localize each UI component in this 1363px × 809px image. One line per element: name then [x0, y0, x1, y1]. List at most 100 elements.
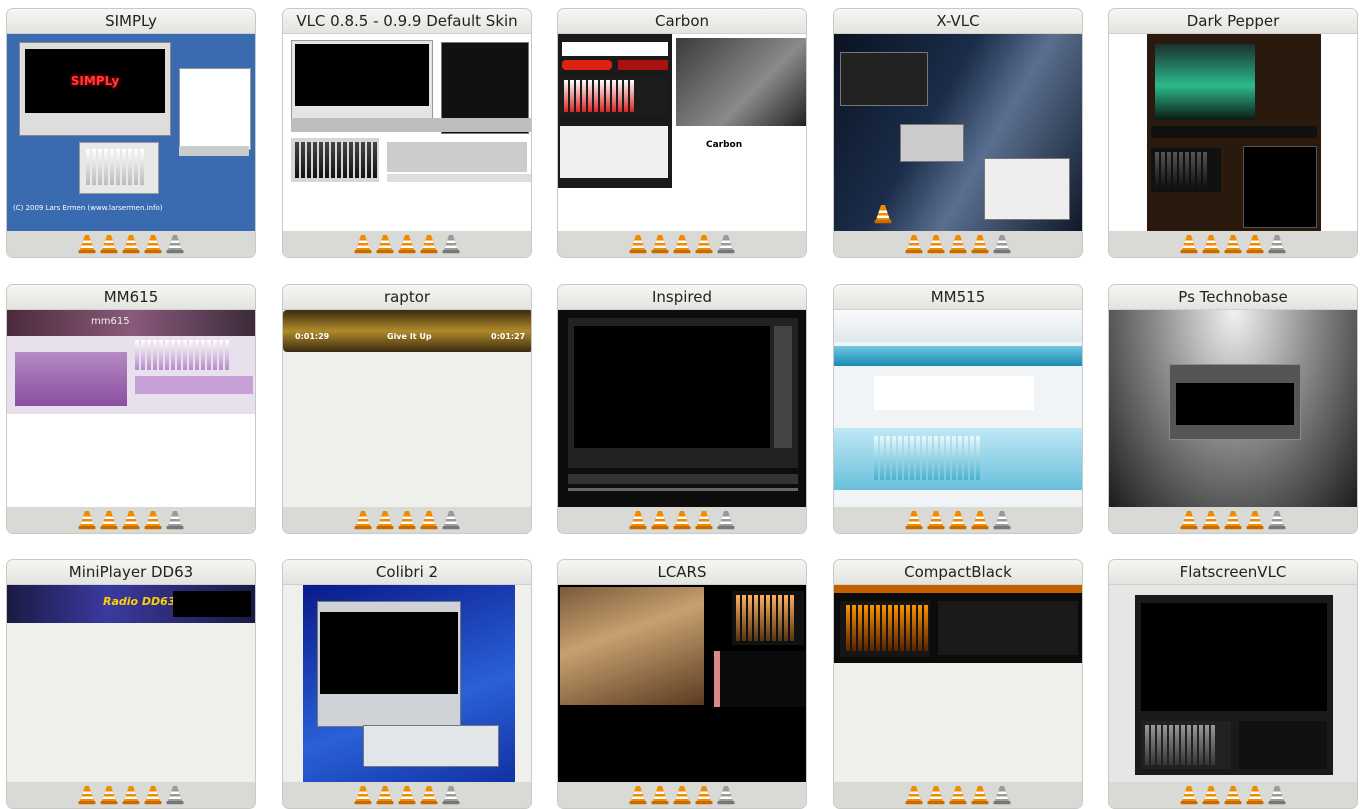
- skin-thumbnail[interactable]: [283, 34, 531, 234]
- eq-bar: [736, 595, 740, 641]
- skin-thumbnail[interactable]: 0:01:29 Give It Up 0:01:27: [283, 310, 531, 510]
- skin-thumbnail[interactable]: [834, 585, 1082, 785]
- eq-bar: [894, 605, 898, 651]
- eq-bar: [110, 149, 114, 185]
- skin-thumbnail[interactable]: [1109, 34, 1357, 234]
- skin-card[interactable]: CompactBlack: [833, 559, 1083, 809]
- skin-card[interactable]: Carbon Carbon: [557, 8, 807, 258]
- cone-full-icon: [1180, 235, 1198, 254]
- cone-full-icon: [1224, 235, 1242, 254]
- skin-card[interactable]: Inspired: [557, 284, 807, 534]
- eq-bar: [98, 149, 102, 185]
- skin-card[interactable]: MiniPlayer DD63 Radio DD63: [6, 559, 256, 809]
- skin-title[interactable]: MiniPlayer DD63: [7, 560, 255, 585]
- skin-thumbnail[interactable]: [834, 34, 1082, 234]
- eq-bar: [846, 605, 850, 651]
- player-window: SIMPLy: [19, 42, 171, 136]
- skin-title[interactable]: SIMPLy: [7, 9, 255, 34]
- eq-bar: [1197, 152, 1201, 188]
- cone-full-icon: [1202, 786, 1220, 805]
- cone-full-icon: [651, 786, 669, 805]
- cone-full-icon: [376, 235, 394, 254]
- eq-bar: [760, 595, 764, 641]
- cone-full-icon: [927, 786, 945, 805]
- skin-title[interactable]: X-VLC: [834, 9, 1082, 34]
- skin-title[interactable]: FlatscreenVLC: [1109, 560, 1357, 585]
- skin-card[interactable]: Colibri 2: [282, 559, 532, 809]
- skin-title[interactable]: raptor: [283, 285, 531, 310]
- cone-full-icon: [100, 235, 118, 254]
- skin-thumbnail[interactable]: [1109, 585, 1357, 785]
- eq-bar: [910, 436, 914, 480]
- skin-thumbnail[interactable]: Carbon: [558, 34, 806, 234]
- equalizer-bars: [86, 149, 144, 185]
- eq-bar: [888, 605, 892, 651]
- cone-empty-icon: [1268, 235, 1286, 254]
- cone-full-icon: [1224, 786, 1242, 805]
- seek-bar: [568, 488, 798, 491]
- skin-thumbnail[interactable]: [558, 585, 806, 785]
- cone-full-icon: [949, 786, 967, 805]
- eq-bar: [1161, 152, 1165, 188]
- playlist-panel: [714, 651, 806, 707]
- skin-title[interactable]: Inspired: [558, 285, 806, 310]
- skin-card[interactable]: raptor 0:01:29 Give It Up 0:01:27: [282, 284, 532, 534]
- equalizer-bars: [874, 436, 980, 480]
- eq-bar: [766, 595, 770, 641]
- eq-bar: [213, 340, 217, 370]
- skin-card[interactable]: X-VLC: [833, 8, 1083, 258]
- skin-title[interactable]: Dark Pepper: [1109, 9, 1357, 34]
- skin-thumbnail[interactable]: [283, 585, 531, 785]
- skin-thumbnail[interactable]: Radio DD63: [7, 585, 255, 785]
- cone-full-icon: [927, 511, 945, 530]
- skin-card[interactable]: VLC 0.8.5 - 0.9.9 Default Skin: [282, 8, 532, 258]
- skin-card[interactable]: LCARS: [557, 559, 807, 809]
- cone-full-icon: [144, 511, 162, 530]
- skin-title[interactable]: CompactBlack: [834, 560, 1082, 585]
- video-screen: [1176, 383, 1294, 425]
- rating-cones: [7, 231, 255, 257]
- skin-card[interactable]: SIMPLy SIMPLy (C) 2009 Lars Ermen (www.lar…: [6, 8, 256, 258]
- skin-card[interactable]: FlatscreenVLC: [1108, 559, 1358, 809]
- cone-empty-icon: [166, 235, 184, 254]
- equalizer-bars: [736, 595, 794, 641]
- eq-bar: [952, 436, 956, 480]
- video-screen: [1155, 44, 1255, 120]
- skin-title[interactable]: Carbon: [558, 9, 806, 34]
- cone-full-icon: [122, 235, 140, 254]
- skin-card[interactable]: Dark Pepper: [1108, 8, 1358, 258]
- equalizer-panel: [560, 76, 668, 116]
- skin-card[interactable]: MM615 mm615: [6, 284, 256, 534]
- skin-thumbnail[interactable]: mm615: [7, 310, 255, 510]
- cone-full-icon: [122, 786, 140, 805]
- eq-bar: [367, 142, 371, 178]
- rating-cones: [1109, 231, 1357, 257]
- skin-thumbnail[interactable]: [834, 310, 1082, 510]
- cone-full-icon: [398, 235, 416, 254]
- skin-title[interactable]: Colibri 2: [283, 560, 531, 585]
- skin-thumbnail[interactable]: SIMPLy (C) 2009 Lars Ermen (www.larsermen…: [7, 34, 255, 234]
- skin-title[interactable]: MM615: [7, 285, 255, 310]
- eq-bar: [1181, 725, 1185, 765]
- skin-title[interactable]: MM515: [834, 285, 1082, 310]
- skin-title[interactable]: LCARS: [558, 560, 806, 585]
- skin-title[interactable]: Ps Technobase: [1109, 285, 1357, 310]
- equalizer-window: [291, 138, 379, 182]
- eq-bar: [600, 80, 604, 112]
- skin-thumbnail[interactable]: [1109, 310, 1357, 510]
- skin-thumbnail[interactable]: [558, 310, 806, 510]
- playlist-window: [984, 158, 1070, 220]
- eq-bar: [1191, 152, 1195, 188]
- skin-card[interactable]: Ps Technobase: [1108, 284, 1358, 534]
- equalizer-bars: [1145, 725, 1215, 765]
- cone-full-icon: [673, 786, 691, 805]
- equalizer-window: [900, 124, 964, 162]
- eq-bar: [594, 80, 598, 112]
- skin-title[interactable]: VLC 0.8.5 - 0.9.9 Default Skin: [283, 9, 531, 34]
- eq-bar: [343, 142, 347, 178]
- skin-card[interactable]: MM515: [833, 284, 1083, 534]
- eq-bar: [1185, 152, 1189, 188]
- eq-bar: [1175, 725, 1179, 765]
- eq-bar: [858, 605, 862, 651]
- skin-logo: mm615: [91, 316, 130, 327]
